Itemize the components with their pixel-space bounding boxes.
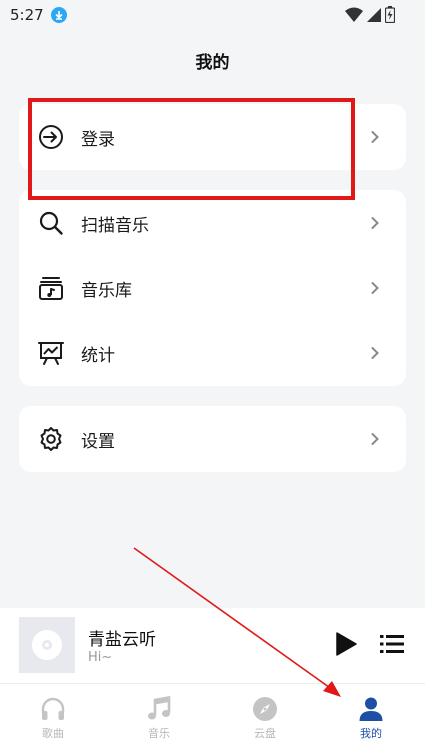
chevron-right-icon <box>371 131 379 143</box>
playlist-icon[interactable] <box>380 634 404 654</box>
battery-icon <box>385 6 395 23</box>
music-library-icon <box>38 275 64 301</box>
status-icons <box>345 6 395 23</box>
login-label: 登录 <box>81 129 115 150</box>
track-title: 青盐云听 <box>88 630 156 650</box>
bottom-nav: 歌曲 音乐 云盘 我的 <box>0 683 425 756</box>
wifi-icon <box>345 7 363 22</box>
login-card: 登录 <box>19 104 406 170</box>
chevron-right-icon <box>371 347 379 359</box>
settings-label: 设置 <box>81 431 115 452</box>
login-icon <box>38 124 64 150</box>
nav-item-mine[interactable]: 我的 <box>318 684 424 756</box>
nav-label-songs: 歌曲 <box>42 727 64 740</box>
status-time: 5:27 <box>10 6 44 24</box>
play-icon[interactable] <box>335 632 357 656</box>
scan-music-label: 扫描音乐 <box>81 215 149 236</box>
menu-item-statistics[interactable]: 统计 <box>19 320 406 386</box>
menu-item-music-library[interactable]: 音乐库 <box>19 255 406 321</box>
disc-icon <box>32 630 62 660</box>
music-note-icon <box>146 696 172 722</box>
menu-item-scan-music[interactable]: 扫描音乐 <box>19 190 406 256</box>
statistics-label: 统计 <box>81 345 115 366</box>
nav-item-songs[interactable]: 歌曲 <box>0 684 106 756</box>
album-cover <box>19 617 75 673</box>
nav-label-mine: 我的 <box>360 727 382 740</box>
signal-icon <box>367 7 381 22</box>
nav-item-music[interactable]: 音乐 <box>106 684 212 756</box>
login-row[interactable]: 登录 <box>19 104 406 170</box>
mini-player[interactable]: 青盐云听 Hi~ <box>0 608 425 683</box>
chevron-right-icon <box>371 282 379 294</box>
headphones-icon <box>40 696 66 722</box>
settings-row[interactable]: 设置 <box>19 406 406 472</box>
person-icon <box>358 696 384 722</box>
settings-card: 设置 <box>19 406 406 472</box>
status-bar: 5:27 <box>0 0 425 30</box>
menu-card: 扫描音乐 音乐库 统计 <box>19 190 406 386</box>
chevron-right-icon <box>371 433 379 445</box>
compass-icon <box>252 696 278 722</box>
page-title: 我的 <box>195 53 230 73</box>
gear-icon <box>38 426 64 452</box>
search-icon <box>38 210 64 236</box>
download-icon <box>50 7 67 23</box>
track-subtitle: Hi~ <box>88 650 113 665</box>
nav-label-cloud-drive: 云盘 <box>254 727 276 740</box>
music-library-label: 音乐库 <box>81 280 132 301</box>
nav-label-music: 音乐 <box>148 727 170 740</box>
statistics-icon <box>38 340 64 366</box>
nav-item-cloud-drive[interactable]: 云盘 <box>212 684 318 756</box>
chevron-right-icon <box>371 217 379 229</box>
